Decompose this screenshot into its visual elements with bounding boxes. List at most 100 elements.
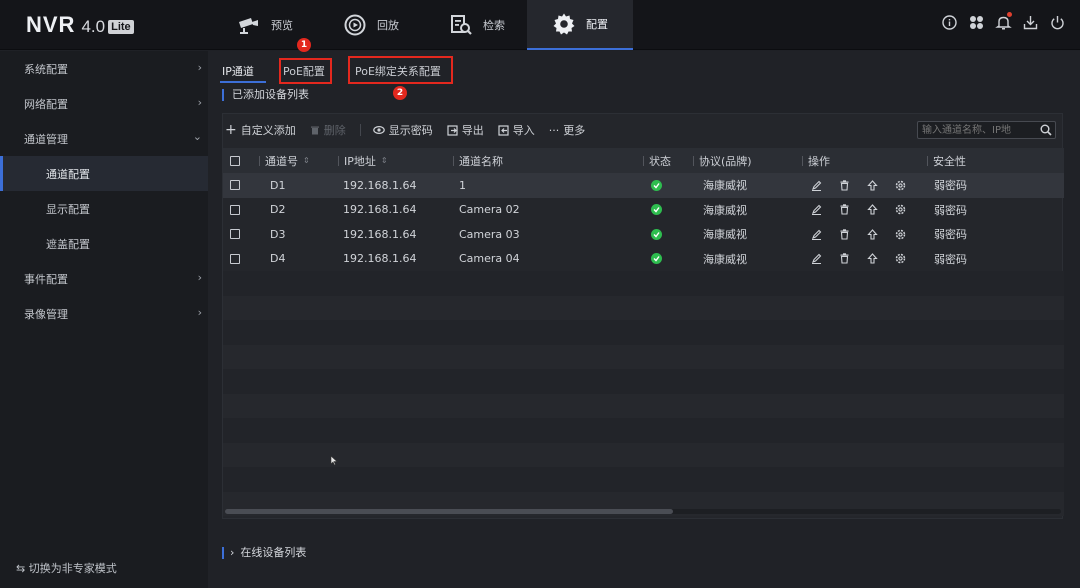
trash-icon[interactable] bbox=[839, 253, 850, 264]
add-device-button[interactable]: + 自定义添加 bbox=[223, 122, 296, 138]
search-input[interactable] bbox=[918, 122, 1036, 138]
cell-security: 弱密码 bbox=[934, 179, 967, 193]
sidebar-item-mask-config[interactable]: 遮盖配置 bbox=[0, 226, 208, 261]
cell-security: 弱密码 bbox=[934, 228, 967, 242]
row-actions bbox=[811, 204, 906, 216]
upload-icon[interactable] bbox=[867, 228, 878, 240]
playback-icon bbox=[344, 14, 366, 36]
cell-ip: 192.168.1.64 bbox=[343, 178, 417, 192]
empty-row bbox=[223, 467, 1064, 492]
sort-icon: ⇕ bbox=[303, 156, 310, 165]
more-button[interactable]: ··· 更多 bbox=[549, 122, 586, 138]
sidebar-item-channel-config[interactable]: 通道配置 bbox=[0, 156, 208, 191]
row-checkbox[interactable] bbox=[230, 253, 240, 264]
export-icon bbox=[447, 124, 458, 136]
edit-icon[interactable] bbox=[811, 180, 822, 191]
delete-button[interactable]: 删除 bbox=[310, 122, 346, 138]
status-ok-icon bbox=[651, 179, 662, 191]
search-icon[interactable] bbox=[1040, 124, 1052, 136]
bell-icon[interactable] bbox=[995, 12, 1012, 31]
mode-switch-button[interactable]: ⇆ 切换为非专家模式 bbox=[16, 560, 117, 576]
import-icon bbox=[498, 124, 509, 136]
settings-icon[interactable] bbox=[895, 180, 906, 191]
scrollbar-thumb[interactable] bbox=[225, 509, 673, 514]
chevron-right-icon: › bbox=[230, 546, 235, 559]
tab-ip-channel[interactable]: IP通道 bbox=[222, 63, 254, 79]
chevron-right-icon: › bbox=[197, 96, 202, 109]
sidebar-item-display-config[interactable]: 显示配置 bbox=[0, 191, 208, 226]
edit-icon[interactable] bbox=[811, 204, 822, 216]
cell-channel-name: Camera 04 bbox=[459, 252, 520, 266]
cell-channel: D4 bbox=[270, 252, 286, 266]
settings-icon[interactable] bbox=[895, 229, 906, 240]
delete-label: 删除 bbox=[323, 124, 346, 137]
column-header-name: 通道名称 bbox=[453, 148, 503, 173]
sidebar-item-recording[interactable]: 录像管理 › bbox=[0, 296, 208, 331]
export-button[interactable]: 导出 bbox=[447, 122, 484, 138]
column-header-protocol: 协议(品牌) bbox=[693, 148, 752, 173]
sidebar-item-label: 遮盖配置 bbox=[46, 237, 90, 251]
upload-icon[interactable] bbox=[867, 179, 878, 191]
row-checkbox[interactable] bbox=[230, 180, 240, 191]
select-all-checkbox[interactable] bbox=[230, 155, 240, 166]
empty-row bbox=[223, 295, 1064, 320]
cell-security: 弱密码 bbox=[934, 203, 967, 217]
online-list-label: 在线设备列表 bbox=[240, 546, 307, 559]
sidebar-item-network[interactable]: 网络配置 › bbox=[0, 86, 208, 121]
empty-row bbox=[223, 442, 1064, 467]
row-actions bbox=[811, 179, 906, 191]
cell-channel: D3 bbox=[270, 227, 286, 241]
upload-icon[interactable] bbox=[867, 253, 878, 264]
empty-row bbox=[223, 369, 1064, 394]
settings-icon[interactable] bbox=[895, 253, 906, 264]
import-button[interactable]: 导入 bbox=[498, 122, 535, 138]
fan-icon[interactable] bbox=[968, 14, 985, 31]
status-ok-icon bbox=[651, 228, 662, 240]
edit-icon[interactable] bbox=[811, 253, 822, 265]
settings-icon[interactable] bbox=[895, 204, 906, 215]
sidebar-item-channel-mgmt[interactable]: 通道管理 ⌄ bbox=[0, 121, 208, 156]
online-device-list-toggle[interactable]: › 在线设备列表 bbox=[222, 547, 306, 559]
column-header-channel[interactable]: 通道号 ⇕ bbox=[259, 148, 310, 173]
toolbar: + 自定义添加 删除 显示密码 导出 导入 ··· 更多 bbox=[223, 120, 599, 140]
download-icon[interactable] bbox=[1022, 14, 1039, 31]
nav-tab-search[interactable]: 检索 bbox=[424, 0, 530, 50]
trash-icon[interactable] bbox=[839, 204, 850, 215]
cell-ip: 192.168.1.64 bbox=[343, 203, 417, 217]
brand-version: 4.0 bbox=[81, 17, 106, 36]
nav-tab-config[interactable]: 配置 bbox=[527, 0, 633, 50]
table-row[interactable]: D3 192.168.1.64 Camera 03 海康威视 弱密码 bbox=[223, 222, 1064, 247]
gear-icon bbox=[553, 13, 575, 35]
cell-channel: D2 bbox=[270, 203, 286, 217]
edit-icon[interactable] bbox=[811, 229, 822, 240]
nav-tab-playback[interactable]: 回放 bbox=[318, 0, 424, 50]
top-bar: NVR 4.0 Lite 预览 回放 检索 配置 bbox=[0, 0, 1080, 50]
nav-tab-label: 预览 bbox=[271, 19, 293, 32]
upload-icon[interactable] bbox=[867, 204, 878, 215]
cell-channel-name: Camera 03 bbox=[459, 227, 520, 241]
row-actions bbox=[811, 253, 906, 265]
sort-icon: ⇕ bbox=[380, 156, 388, 165]
empty-row bbox=[223, 320, 1064, 345]
add-label: 自定义添加 bbox=[240, 124, 296, 137]
sidebar-item-event[interactable]: 事件配置 › bbox=[0, 261, 208, 296]
import-label: 导入 bbox=[512, 124, 535, 137]
info-icon[interactable] bbox=[941, 14, 958, 31]
row-actions bbox=[811, 228, 906, 240]
power-icon[interactable] bbox=[1049, 14, 1066, 31]
row-checkbox[interactable] bbox=[230, 204, 240, 215]
search-file-icon bbox=[451, 15, 472, 35]
horizontal-scrollbar[interactable] bbox=[225, 509, 1061, 514]
more-dots-icon: ··· bbox=[548, 123, 560, 137]
sidebar-item-label: 显示配置 bbox=[46, 202, 90, 216]
sidebar-item-system[interactable]: 系统配置 › bbox=[0, 51, 208, 86]
row-checkbox[interactable] bbox=[230, 229, 240, 240]
trash-icon[interactable] bbox=[839, 229, 850, 240]
column-header-ip[interactable]: IP地址 ⇕ bbox=[338, 148, 388, 173]
toolbar-divider bbox=[359, 124, 361, 136]
show-password-button[interactable]: 显示密码 bbox=[372, 122, 433, 138]
table-row[interactable]: D4 192.168.1.64 Camera 04 海康威视 弱密码 bbox=[223, 247, 1064, 272]
trash-icon[interactable] bbox=[839, 180, 850, 191]
table-row[interactable]: D2 192.168.1.64 Camera 02 海康威视 弱密码 bbox=[223, 198, 1064, 223]
table-row[interactable]: D1 192.168.1.64 1 海康威视 弱密码 bbox=[223, 173, 1064, 198]
